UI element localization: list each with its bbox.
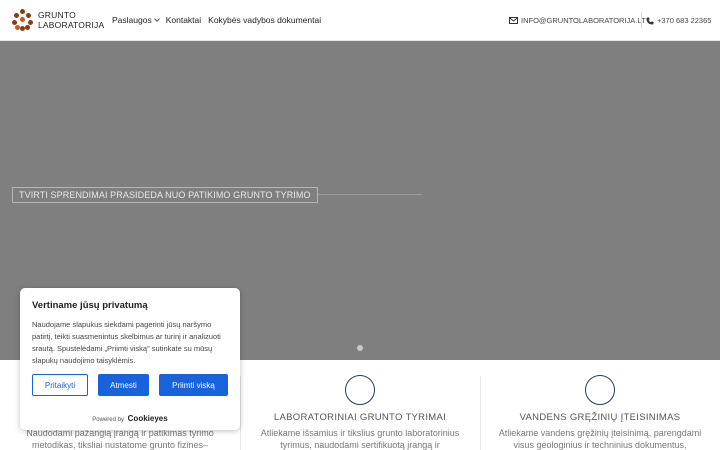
site-header: GRUNTO LABORATORIJA Paslaugos Kontaktai … xyxy=(0,0,720,41)
feature-text: Atliekame išsamius ir tikslius grunto la… xyxy=(260,428,460,450)
cookie-description: Naudojame slapukus siekdami pagerinti jū… xyxy=(32,320,221,365)
nav-item-label: Kontaktai xyxy=(165,15,202,25)
logo-line-1: GRUNTO xyxy=(38,10,76,20)
cookie-consent-banner: Vertiname jūsų privatumą Naudojame slapu… xyxy=(20,288,240,430)
phone-icon xyxy=(646,17,654,24)
feature-text: Atliekame vandens gręžinių įteisinimą, p… xyxy=(498,428,702,450)
header-phone-text: +370 683 22365 xyxy=(657,16,712,25)
powered-by-text: Powered by xyxy=(92,417,124,423)
chevron-down-icon xyxy=(153,16,160,22)
header-email-text: INFO@GRUNTOLABORATORIJA.LT xyxy=(521,16,646,25)
well-icon xyxy=(585,375,615,405)
nav-item-label: Kokybės vadybos dokumentai xyxy=(208,15,322,25)
feature-card: VANDENS GRĘŽINIŲ ĮTEISINIMAS Atliekame v… xyxy=(480,360,720,450)
nav-item-paslaugos[interactable]: Paslaugos xyxy=(112,15,160,25)
logo-line-2: LABORATORIJA xyxy=(38,20,105,30)
nav-item-label: Paslaugos xyxy=(112,15,152,25)
powered-by[interactable]: Powered by Cookieyes xyxy=(20,414,240,423)
reject-button[interactable]: Atmesti xyxy=(98,374,149,396)
envelope-icon xyxy=(509,17,518,24)
header-phone-link[interactable]: +370 683 22365 xyxy=(646,16,711,25)
feature-card: LABORATORINIAI GRUNTO TYRIMAI Atliekame … xyxy=(240,360,480,450)
cookieyes-logo: Cookieyes xyxy=(127,414,168,423)
nav-item-kokybes-dokumentai[interactable]: Kokybės vadybos dokumentai xyxy=(208,15,321,25)
lab-icon xyxy=(345,375,375,405)
feature-title: VANDENS GRĘŽINIŲ ĮTEISINIMAS xyxy=(519,412,681,423)
site-logo[interactable]: GRUNTO LABORATORIJA xyxy=(12,9,104,31)
main-nav: Paslaugos Kontaktai Kokybės vadybos doku… xyxy=(112,15,328,25)
logo-dots-icon xyxy=(12,9,34,31)
customize-button[interactable]: Pritaikyti xyxy=(32,374,88,396)
header-email-link[interactable]: INFO@GRUNTOLABORATORIJA.LT xyxy=(509,16,646,25)
feature-text: Naudodami pažangią įrangą ir patikimas t… xyxy=(26,428,214,450)
header-divider xyxy=(641,12,642,28)
slider-dot[interactable] xyxy=(357,345,363,351)
feature-title: LABORATORINIAI GRUNTO TYRIMAI xyxy=(273,412,447,423)
cookie-title: Vertiname jūsų privatumą xyxy=(32,300,148,311)
hero-tagline: TVIRTI SPRENDIMAI PRASIDEDA NUO PATIKIMO… xyxy=(12,187,318,203)
logo-text: GRUNTO LABORATORIJA xyxy=(38,10,104,30)
accept-all-button[interactable]: Priimti viską xyxy=(159,374,228,396)
nav-item-kontaktai[interactable]: Kontaktai xyxy=(166,15,201,25)
